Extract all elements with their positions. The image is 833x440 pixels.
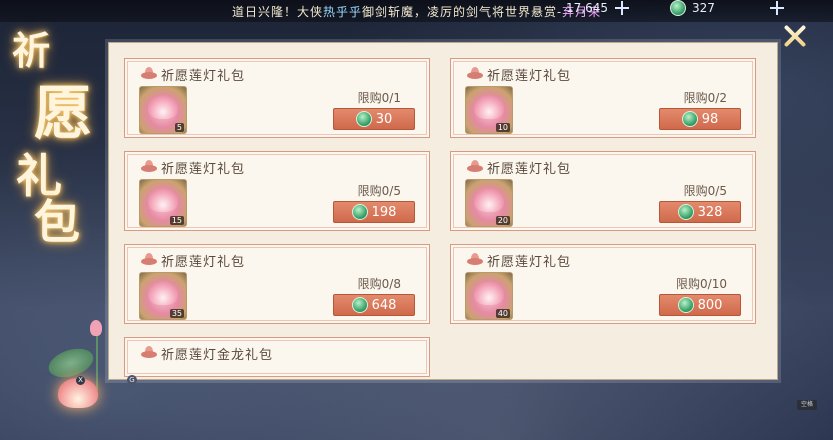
currency-value-1: 17,645 — [566, 1, 608, 15]
lotus-decoration — [45, 320, 118, 410]
ticker-prefix: 道日兴隆！大侠 — [232, 5, 324, 19]
price-value: 800 — [697, 297, 723, 313]
item-count: 10 — [495, 123, 510, 132]
jade-coin-icon — [351, 204, 368, 220]
pack-card: 祈愿莲灯金龙礼包 — [124, 337, 430, 377]
item-count: 20 — [495, 216, 510, 225]
pack-title: 祈愿莲灯金龙礼包 — [161, 348, 274, 363]
buy-button[interactable]: 328 — [659, 201, 741, 223]
currency-jade-1: 17,645 — [560, 0, 630, 16]
pack-card: 祈愿莲灯礼包 35 限购0/8 648 — [124, 244, 430, 324]
price-value: 98 — [701, 111, 719, 127]
item-count: 40 — [495, 309, 510, 318]
lotus-icon — [141, 253, 157, 265]
purchase-limit: 限购0/10 — [676, 277, 727, 291]
pack-title: 祈愿莲灯礼包 — [487, 255, 572, 270]
item-count: 15 — [169, 216, 184, 225]
pack-title: 祈愿莲灯礼包 — [161, 162, 246, 177]
lotus-icon — [141, 346, 157, 358]
pack-card: 祈愿莲灯礼包 20 限购0/5 328 — [450, 151, 756, 231]
pack-item-thumbnail[interactable]: 40 — [465, 272, 513, 320]
close-icon[interactable] — [781, 22, 809, 50]
key-hint-g: G — [127, 375, 137, 385]
price-value: 30 — [375, 111, 393, 127]
key-hint-x: X — [76, 376, 85, 385]
jade-coin-icon — [355, 111, 372, 127]
currency-value-2: 327 — [692, 1, 715, 15]
ticker-text: 道日兴隆！大侠热乎乎御剑斩魔，凌厉的剑气将世界悬赏-弃月来 — [232, 3, 601, 20]
lotus-lamp-icon — [148, 188, 178, 212]
pack-title: 祈愿莲灯礼包 — [487, 69, 572, 84]
jade-coin-icon — [677, 297, 694, 313]
purchase-limit: 限购0/5 — [357, 184, 401, 198]
jade-coin-icon — [681, 111, 698, 127]
side-title: 祈 愿 礼 包 — [4, 18, 104, 249]
pack-card: 祈愿莲灯礼包 10 限购0/2 98 — [450, 58, 756, 138]
jade-coin-icon — [677, 204, 694, 220]
lotus-lamp-icon — [474, 281, 504, 305]
lotus-leaf-icon — [45, 343, 97, 383]
purchase-limit: 限购0/2 — [683, 91, 727, 105]
price-value: 328 — [697, 204, 723, 220]
side-title-char-2: 愿 — [34, 79, 93, 147]
buy-button[interactable]: 648 — [333, 294, 415, 316]
lotus-bud-icon — [90, 320, 102, 336]
currency-jade-2: 327 — [670, 0, 785, 16]
pack-item-thumbnail[interactable]: 5 — [139, 86, 187, 134]
jade-coin-icon — [351, 297, 368, 313]
pack-card: 祈愿莲灯礼包 40 限购0/10 800 — [450, 244, 756, 324]
price-value: 648 — [371, 297, 397, 313]
lotus-icon — [467, 67, 483, 79]
buy-button[interactable]: 98 — [659, 108, 741, 130]
lotus-stem — [96, 330, 98, 390]
lotus-lamp-icon — [474, 95, 504, 119]
add-currency-plus-icon[interactable] — [614, 0, 630, 16]
ticker-player: 热乎乎 — [323, 5, 363, 19]
lotus-lamp-icon — [148, 281, 178, 305]
lotus-icon — [467, 253, 483, 265]
pack-item-thumbnail[interactable]: 20 — [465, 179, 513, 227]
ticker-middle: 御剑斩魔，凌厉的剑气将世界悬赏- — [362, 5, 563, 19]
lotus-icon — [467, 160, 483, 172]
pack-title: 祈愿莲灯礼包 — [161, 255, 246, 270]
lotus-icon — [141, 67, 157, 79]
item-count: 35 — [169, 309, 184, 318]
lotus-lamp-icon — [148, 95, 178, 119]
purchase-limit: 限购0/5 — [683, 184, 727, 198]
pack-title: 祈愿莲灯礼包 — [487, 162, 572, 177]
key-hint-space: 空格 — [797, 400, 817, 410]
pack-item-thumbnail[interactable]: 35 — [139, 272, 187, 320]
pack-item-thumbnail[interactable]: 10 — [465, 86, 513, 134]
add-currency-plus-icon[interactable] — [769, 0, 785, 16]
purchase-limit: 限购0/8 — [357, 277, 401, 291]
pack-title: 祈愿莲灯礼包 — [161, 69, 246, 84]
pack-item-thumbnail[interactable]: 15 — [139, 179, 187, 227]
buy-button[interactable]: 30 — [333, 108, 415, 130]
purchase-limit: 限购0/1 — [357, 91, 401, 105]
pack-card: 祈愿莲灯礼包 5 限购0/1 30 — [124, 58, 430, 138]
gift-pack-panel: 祈愿莲灯礼包 5 限购0/1 30 祈愿莲灯礼包 10 限购0/2 98 祈愿莲… — [108, 42, 778, 380]
buy-button[interactable]: 800 — [659, 294, 741, 316]
jade-coin-icon — [670, 0, 686, 16]
side-title-char-4: 包 — [34, 195, 80, 249]
item-count: 5 — [174, 123, 184, 132]
lotus-lamp-icon — [474, 188, 504, 212]
lotus-icon — [141, 160, 157, 172]
buy-button[interactable]: 198 — [333, 201, 415, 223]
pack-card: 祈愿莲灯礼包 15 限购0/5 198 — [124, 151, 430, 231]
price-value: 198 — [371, 204, 397, 220]
